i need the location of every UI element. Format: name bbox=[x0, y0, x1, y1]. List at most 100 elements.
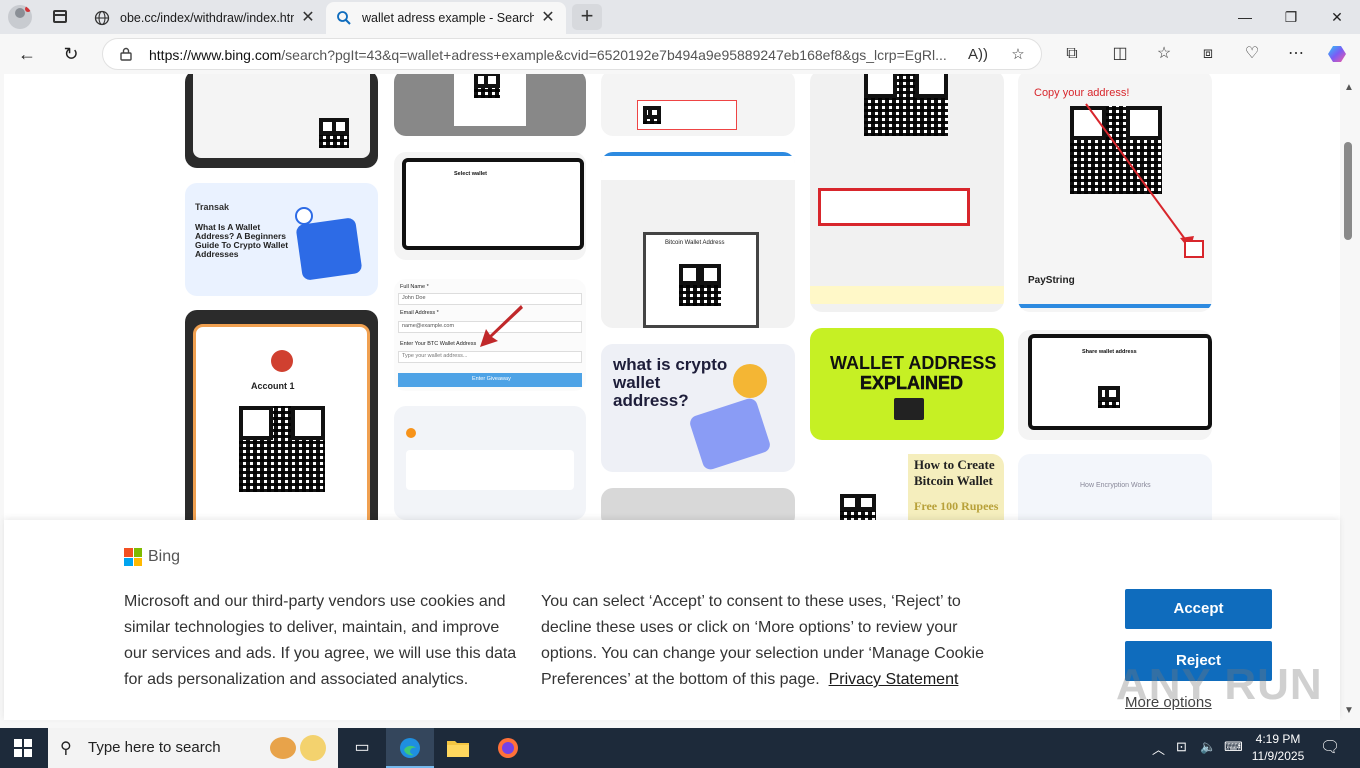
firefox-icon[interactable] bbox=[494, 734, 522, 762]
network-icon[interactable]: ⊡ bbox=[1176, 739, 1187, 755]
search-icon: ⚲ bbox=[60, 740, 72, 757]
transak-headline: What Is A Wallet Address? A Beginners Gu… bbox=[195, 222, 289, 259]
read-aloud-icon[interactable]: A)) bbox=[967, 45, 989, 65]
refresh-icon[interactable]: ↻ bbox=[56, 40, 86, 68]
result-create-bitcoin-wallet[interactable]: How to Create Bitcoin Wallet Free 100 Ru… bbox=[810, 454, 1004, 520]
clock[interactable]: 4:19 PM 11/9/2025 bbox=[1244, 731, 1312, 765]
windows-taskbar: ⚲ Type here to search ▭ ︿ ⊡ 🔈 ⌨ 4:19 PM … bbox=[0, 728, 1360, 768]
taskbar-search-box[interactable]: ⚲ Type here to search bbox=[48, 728, 338, 768]
accept-button[interactable]: Accept bbox=[1125, 589, 1272, 629]
result-bitcoin-wallet-address[interactable]: Bitcoin Wallet Address bbox=[601, 152, 795, 328]
windows-start-icon[interactable] bbox=[14, 739, 32, 757]
bing-logo: Bing bbox=[124, 548, 180, 566]
result-wallet-address-red-box[interactable] bbox=[810, 74, 1004, 312]
more-menu-icon[interactable]: ⋯ bbox=[1284, 42, 1308, 66]
result-share-wallet-address[interactable]: Share wallet address bbox=[1018, 330, 1212, 440]
create-line-2: Bitcoin Wallet bbox=[914, 473, 993, 488]
show-hidden-icons-icon[interactable]: ︿ bbox=[1152, 739, 1165, 758]
cookie-text-left: Microsoft and our third-party vendors us… bbox=[124, 593, 517, 688]
result-what-is-crypto-wallet[interactable]: what is crypto wallet address? bbox=[601, 344, 795, 472]
favorite-star-icon[interactable]: ☆ bbox=[1007, 45, 1029, 65]
restore-button[interactable]: ❐ bbox=[1268, 0, 1314, 34]
result-select-wallet[interactable]: Select wallet bbox=[394, 152, 586, 260]
scroll-down-arrow-icon[interactable]: ▼ bbox=[1342, 705, 1356, 716]
email-value: name@example.com bbox=[402, 323, 455, 329]
split-screen-icon[interactable]: ◫ bbox=[1108, 42, 1132, 66]
copilot-icon[interactable] bbox=[1326, 42, 1350, 66]
share-wallet-label: Share wallet address bbox=[1082, 349, 1137, 355]
new-tab-button[interactable]: + bbox=[572, 4, 602, 30]
volume-icon[interactable]: 🔈 bbox=[1200, 739, 1216, 755]
url-text[interactable]: https://www.bing.com/search?pgIt=43&q=wa… bbox=[149, 47, 949, 63]
result-btc-deposit[interactable] bbox=[394, 406, 586, 520]
result-copy-your-address[interactable]: Copy your address! PayString bbox=[1018, 74, 1212, 312]
browser-essentials-icon[interactable]: ♡ bbox=[1240, 42, 1264, 66]
paystring-label: PayString bbox=[1028, 275, 1075, 286]
result-partial-bottom[interactable] bbox=[601, 488, 795, 520]
result-wallet-address-explained[interactable]: WALLET ADDRESS EXPLAINED bbox=[810, 328, 1004, 440]
extensions-icon[interactable]: ⧉ bbox=[1060, 42, 1084, 66]
favorites-icon[interactable]: ☆ bbox=[1152, 42, 1176, 66]
scrollbar-thumb[interactable] bbox=[1344, 142, 1352, 240]
minimize-button[interactable]: — bbox=[1222, 0, 1268, 34]
result-transak[interactable]: Transak What Is A Wallet Address? A Begi… bbox=[185, 183, 378, 296]
file-explorer-icon[interactable] bbox=[444, 734, 472, 762]
create-line-1: How to Create bbox=[914, 457, 995, 472]
cookie-consent-banner: Bing Microsoft and our third-party vendo… bbox=[4, 520, 1340, 720]
scroll-up-arrow-icon[interactable]: ▲ bbox=[1342, 82, 1356, 93]
select-wallet-label: Select wallet bbox=[454, 171, 488, 177]
search-highlight-icon bbox=[270, 737, 296, 759]
explained-line-2: EXPLAINED bbox=[860, 373, 964, 393]
tab-close-icon[interactable]: ✕ bbox=[538, 8, 558, 28]
create-line-3: Free 100 Rupees bbox=[914, 499, 999, 513]
btc-label: Enter Your BTC Wallet Address bbox=[400, 341, 477, 347]
privacy-statement-link[interactable]: Privacy Statement bbox=[829, 671, 959, 688]
tab-withdraw[interactable]: obe.cc/index/withdraw/index.htm ✕ bbox=[84, 2, 326, 34]
result-eth-address[interactable] bbox=[185, 74, 378, 168]
transak-brand: Transak bbox=[195, 202, 230, 212]
taskbar-search-placeholder: Type here to search bbox=[88, 739, 221, 756]
clock-date: 11/9/2025 bbox=[1251, 749, 1305, 763]
close-window-button[interactable]: ✕ bbox=[1314, 0, 1360, 34]
tab-actions-icon[interactable] bbox=[48, 6, 72, 28]
enter-giveaway-label: Enter Giveaway bbox=[472, 376, 511, 382]
navigation-bar: ← ↻ https://www.bing.com/search?pgIt=43&… bbox=[0, 34, 1360, 74]
crypto-question: what is crypto wallet address? bbox=[613, 355, 728, 410]
wallet-icon bbox=[295, 217, 363, 281]
tab-title: obe.cc/index/withdraw/index.htm bbox=[120, 11, 294, 25]
red-arrow-icon bbox=[1085, 103, 1194, 250]
tab-title: wallet adress example - Search bbox=[362, 11, 534, 25]
email-label: Email Address * bbox=[400, 310, 439, 316]
account-label: Account 1 bbox=[251, 381, 295, 391]
result-qr-top[interactable] bbox=[394, 74, 586, 136]
fullname-value: John Doe bbox=[402, 295, 426, 301]
keyboard-icon[interactable]: ⌨ bbox=[1224, 739, 1243, 755]
red-arrow-icon bbox=[480, 305, 523, 347]
search-icon bbox=[337, 11, 351, 25]
search-highlight-icon bbox=[300, 735, 326, 761]
back-arrow-icon[interactable]: ← bbox=[12, 40, 42, 68]
task-view-icon[interactable]: ▭ bbox=[348, 734, 376, 762]
url-host: https://www.bing.com bbox=[149, 47, 282, 63]
result-encryption[interactable]: How Encryption Works bbox=[1018, 454, 1212, 520]
more-options-link[interactable]: More options bbox=[1125, 694, 1212, 711]
result-account-qr[interactable]: Account 1 bbox=[185, 310, 378, 520]
bitcoin-wallet-label: Bitcoin Wallet Address bbox=[665, 240, 725, 246]
collections-icon[interactable]: ⧈ bbox=[1196, 42, 1220, 66]
encryption-label: How Encryption Works bbox=[1080, 482, 1151, 489]
address-bar[interactable]: https://www.bing.com/search?pgIt=43&q=wa… bbox=[102, 38, 1042, 70]
image-results-grid: Transak What Is A Wallet Address? A Begi… bbox=[4, 74, 1340, 520]
explained-line-1: WALLET ADDRESS bbox=[830, 353, 997, 373]
result-deposit-address[interactable] bbox=[601, 74, 795, 136]
lock-icon[interactable] bbox=[119, 47, 133, 61]
result-giveaway-form[interactable]: Full Name * John Doe Email Address * nam… bbox=[394, 279, 586, 391]
copy-address-label: Copy your address! bbox=[1034, 87, 1130, 99]
globe-icon bbox=[94, 10, 110, 26]
notifications-icon[interactable]: 🗨 bbox=[1320, 737, 1340, 757]
tab-search[interactable]: wallet adress example - Search ✕ bbox=[326, 2, 566, 34]
profile-avatar-icon[interactable] bbox=[8, 5, 32, 29]
bing-brand: Bing bbox=[148, 548, 181, 565]
tab-close-icon[interactable]: ✕ bbox=[298, 8, 318, 28]
edge-taskbar-button[interactable] bbox=[386, 728, 434, 768]
cookie-text-right: You can select ‘Accept’ to consent to th… bbox=[541, 589, 1001, 693]
